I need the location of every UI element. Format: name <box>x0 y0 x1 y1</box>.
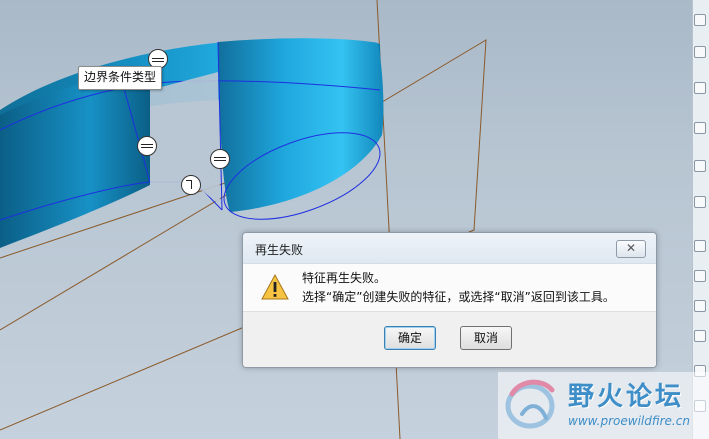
toolbar-icon-3[interactable] <box>694 82 706 94</box>
watermark-title: 野火论坛 <box>568 382 685 412</box>
regeneration-failed-dialog: 再生失败 ✕ 特征再生失败。 选择“确定”创建失败的特征，或选择“取消”返回到该… <box>242 232 657 368</box>
dialog-message-line2: 选择“确定”创建失败的特征，或选择“取消”返回到该工具。 <box>302 290 615 304</box>
forum-watermark: 野火论坛 www.proewildfire.cn <box>498 372 709 439</box>
toolbar-icon-2[interactable] <box>694 46 706 58</box>
dialog-message-line1: 特征再生失败。 <box>302 271 387 285</box>
ring-right-section <box>218 38 384 213</box>
boundary-handle-right[interactable] <box>210 149 230 169</box>
proewildfire-logo <box>505 379 555 429</box>
toolbar-icon-7[interactable] <box>694 240 706 252</box>
toolbar-icon-4[interactable] <box>694 122 706 134</box>
close-icon: ✕ <box>625 241 637 255</box>
dialog-title: 再生失败 <box>255 243 304 257</box>
toolbar-icon-10[interactable] <box>694 330 706 342</box>
boundary-handle-left[interactable] <box>137 136 157 156</box>
boundary-handle-bottom[interactable] <box>181 175 201 195</box>
close-button[interactable]: ✕ <box>616 240 646 258</box>
ok-button[interactable]: 确定 <box>384 326 436 350</box>
toolbar-icon-9[interactable] <box>694 300 706 312</box>
watermark-url: www.proewildfire.cn <box>568 414 690 428</box>
dialog-footer: 确定 取消 <box>243 311 656 367</box>
toolbar-icon-1[interactable] <box>694 14 706 26</box>
toolbar-icon-8[interactable] <box>694 270 706 282</box>
toolbar-icon-6[interactable] <box>694 196 706 208</box>
warning-icon <box>261 274 289 300</box>
cancel-button[interactable]: 取消 <box>460 326 512 350</box>
toolbar-icon-5[interactable] <box>694 160 706 172</box>
dialog-titlebar[interactable]: 再生失败 ✕ <box>243 233 656 264</box>
dialog-body: 特征再生失败。 选择“确定”创建失败的特征，或选择“取消”返回到该工具。 <box>243 264 656 310</box>
boundary-type-tooltip: 边界条件类型 <box>78 66 163 90</box>
